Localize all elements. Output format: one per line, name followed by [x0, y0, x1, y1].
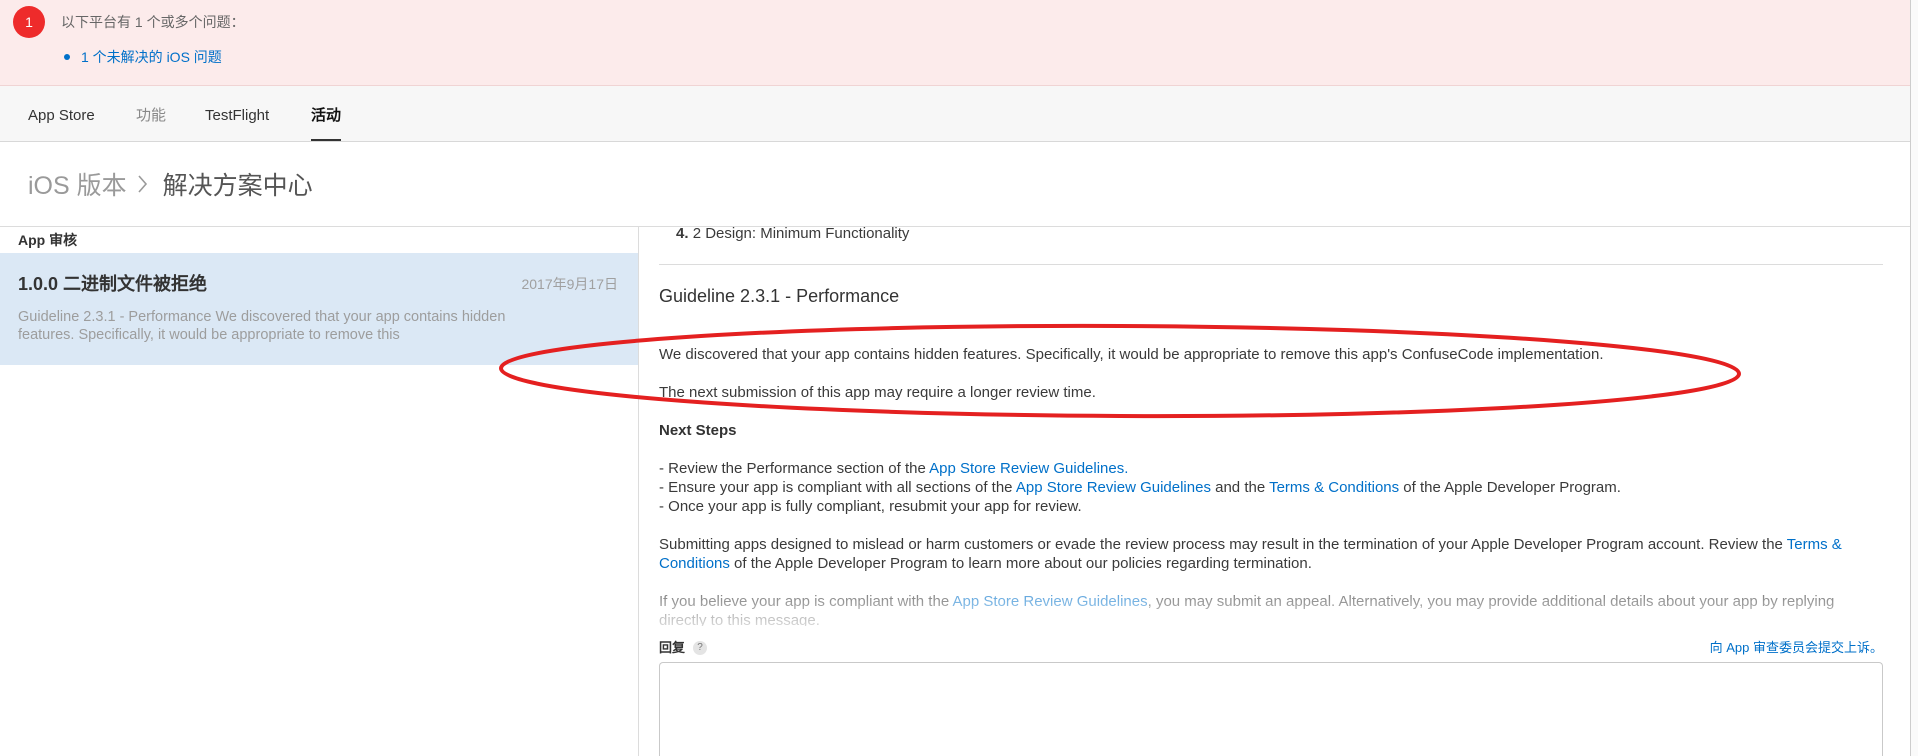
message-body: 4. 2 Design: Minimum Functionality Guide…: [659, 227, 1883, 626]
tab-app-store[interactable]: App Store: [28, 86, 95, 141]
reply-label: 回复: [659, 640, 686, 655]
notice-text: If you believe your app is compliant wit…: [659, 593, 953, 610]
review-sidebar: App 审核 1.0.0 二进制文件被拒绝 2017年9月17日 Guideli…: [0, 227, 639, 756]
review-guidelines-link[interactable]: App Store Review Guidelines.: [929, 460, 1128, 477]
ios-issue-link[interactable]: 1 个未解决的 iOS 问题: [81, 48, 222, 66]
notice-text: of the Apple Developer Program to learn …: [729, 555, 1312, 572]
tab-features[interactable]: 功能: [136, 86, 166, 141]
step-text: - Once your app is fully compliant, resu…: [659, 498, 1082, 515]
step-text: - Ensure your app is compliant with all …: [659, 479, 1016, 496]
submit-appeal-link[interactable]: 向 App 审查委员会提交上诉。: [1710, 639, 1883, 657]
help-icon[interactable]: ?: [693, 641, 707, 655]
next-steps-title: Next Steps: [659, 422, 737, 439]
step-text: and the: [1210, 479, 1270, 496]
guideline-heading: Guideline 2.3.1 - Performance: [659, 286, 900, 306]
list-number: 4.: [676, 227, 689, 242]
review-time-note: The next submission of this app may requ…: [659, 384, 1096, 401]
breadcrumb: iOS 版本 解决方案中心: [28, 142, 313, 226]
breadcrumb-ios-versions[interactable]: iOS 版本: [28, 166, 127, 202]
review-guidelines-link[interactable]: App Store Review Guidelines: [953, 593, 1148, 610]
banner-message: 以下平台有 1 个或多个问题：: [61, 14, 245, 30]
review-item-preview: Guideline 2.3.1 - Performance We discove…: [18, 309, 506, 343]
next-steps-list: - Review the Performance section of the …: [659, 459, 1883, 516]
sidebar-header: App 审核: [18, 232, 78, 248]
review-item-date: 2017年9月17日: [521, 276, 618, 292]
chevron-right-icon: [138, 175, 147, 193]
step-item: - Review the Performance section of the …: [659, 459, 1883, 478]
review-list-item[interactable]: 1.0.0 二进制文件被拒绝 2017年9月17日 Guideline 2.3.…: [0, 253, 638, 365]
review-item-title: 1.0.0 二进制文件被拒绝: [18, 274, 208, 294]
message-scroll-area[interactable]: 4. 2 Design: Minimum Functionality Guide…: [659, 227, 1883, 626]
terms-conditions-link[interactable]: Terms & Conditions: [1269, 479, 1399, 496]
reply-textarea[interactable]: [659, 662, 1883, 756]
tab-activity[interactable]: 活动: [311, 86, 342, 141]
breadcrumb-resolution-center: 解决方案中心: [162, 172, 313, 200]
issue-banner: 1 以下平台有 1 个或多个问题： 1 个未解决的 iOS 问题: [0, 0, 1910, 86]
termination-notice: Submitting apps designed to mislead or h…: [659, 535, 1883, 573]
appeal-notice: If you believe your app is compliant wit…: [659, 592, 1883, 626]
list-item-text: 2 Design: Minimum Functionality: [692, 227, 910, 242]
step-text: of the Apple Developer Program.: [1399, 479, 1621, 496]
review-guidelines-link[interactable]: App Store Review Guidelines: [1016, 479, 1211, 496]
step-item: - Once your app is fully compliant, resu…: [659, 497, 1883, 516]
findings-paragraph: We discovered that your app contains hid…: [659, 346, 1604, 363]
step-item: - Ensure your app is compliant with all …: [659, 478, 1883, 497]
notice-text: Submitting apps designed to mislead or h…: [659, 536, 1787, 553]
alert-badge: 1: [13, 6, 45, 38]
bullet-icon: [64, 54, 70, 60]
step-text: - Review the Performance section of the: [659, 460, 930, 477]
tab-bar: App Store 功能 TestFlight 活动: [0, 86, 1910, 142]
tab-testflight[interactable]: TestFlight: [205, 86, 269, 141]
message-divider: [659, 264, 1883, 265]
guideline-list-item: 4. 2 Design: Minimum Functionality: [659, 227, 1883, 243]
page-scrollbar[interactable]: [1910, 0, 1918, 756]
